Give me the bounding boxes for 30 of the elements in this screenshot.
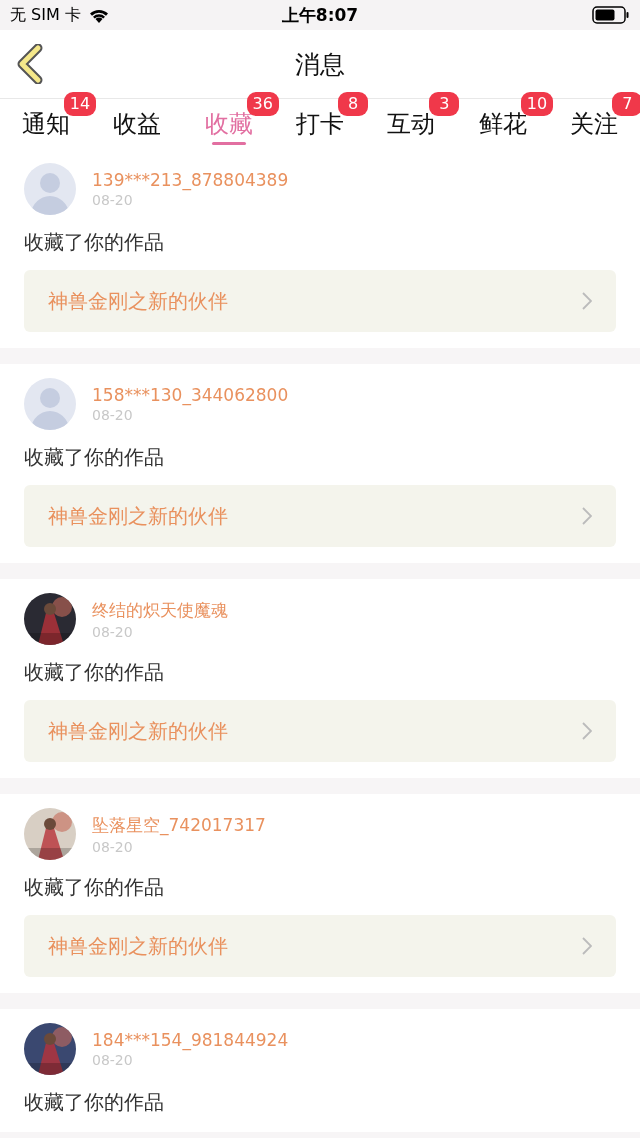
count-badge: 14 (63, 92, 97, 116)
count-badge: 8 (337, 92, 368, 116)
battery-icon (592, 6, 630, 24)
message-text: 收藏了你的作品 (24, 444, 165, 471)
work-link[interactable]: 神兽金刚之新的伙伴 (24, 915, 616, 977)
work-link[interactable]: 神兽金刚之新的伙伴 (24, 485, 616, 547)
message-text: 收藏了你的作品 (24, 874, 165, 901)
user-name[interactable]: 184***154_981844924 (92, 1030, 289, 1050)
chevron-icon (582, 507, 592, 525)
count-badge: 7 (612, 92, 640, 116)
chevron-icon (582, 722, 592, 740)
message-text: 收藏了你的作品 (24, 1089, 165, 1116)
message-text: 收藏了你的作品 (24, 229, 165, 256)
wifi-icon (88, 7, 109, 23)
chevron-icon (582, 937, 592, 955)
user-name[interactable]: 坠落星空_742017317 (92, 813, 266, 837)
user-name[interactable]: 终结的炽天使魔魂 (92, 598, 228, 622)
page-title: 消息 (295, 48, 345, 81)
message-text: 收藏了你的作品 (24, 659, 165, 686)
chevron-icon (582, 292, 592, 310)
clock-text: 上午8:07 (281, 3, 359, 27)
user-name[interactable]: 139***213_878804389 (92, 170, 289, 190)
user-name[interactable]: 158***130_344062800 (92, 385, 289, 405)
avatar-icon (24, 163, 76, 215)
work-link[interactable]: 神兽金刚之新的伙伴 (24, 700, 616, 762)
carrier-text: 无 SIM 卡 (10, 4, 81, 26)
avatar-icon (24, 378, 76, 430)
count-badge: 3 (429, 92, 460, 116)
count-badge: 10 (520, 92, 554, 116)
work-link[interactable]: 神兽金刚之新的伙伴 (24, 270, 616, 332)
